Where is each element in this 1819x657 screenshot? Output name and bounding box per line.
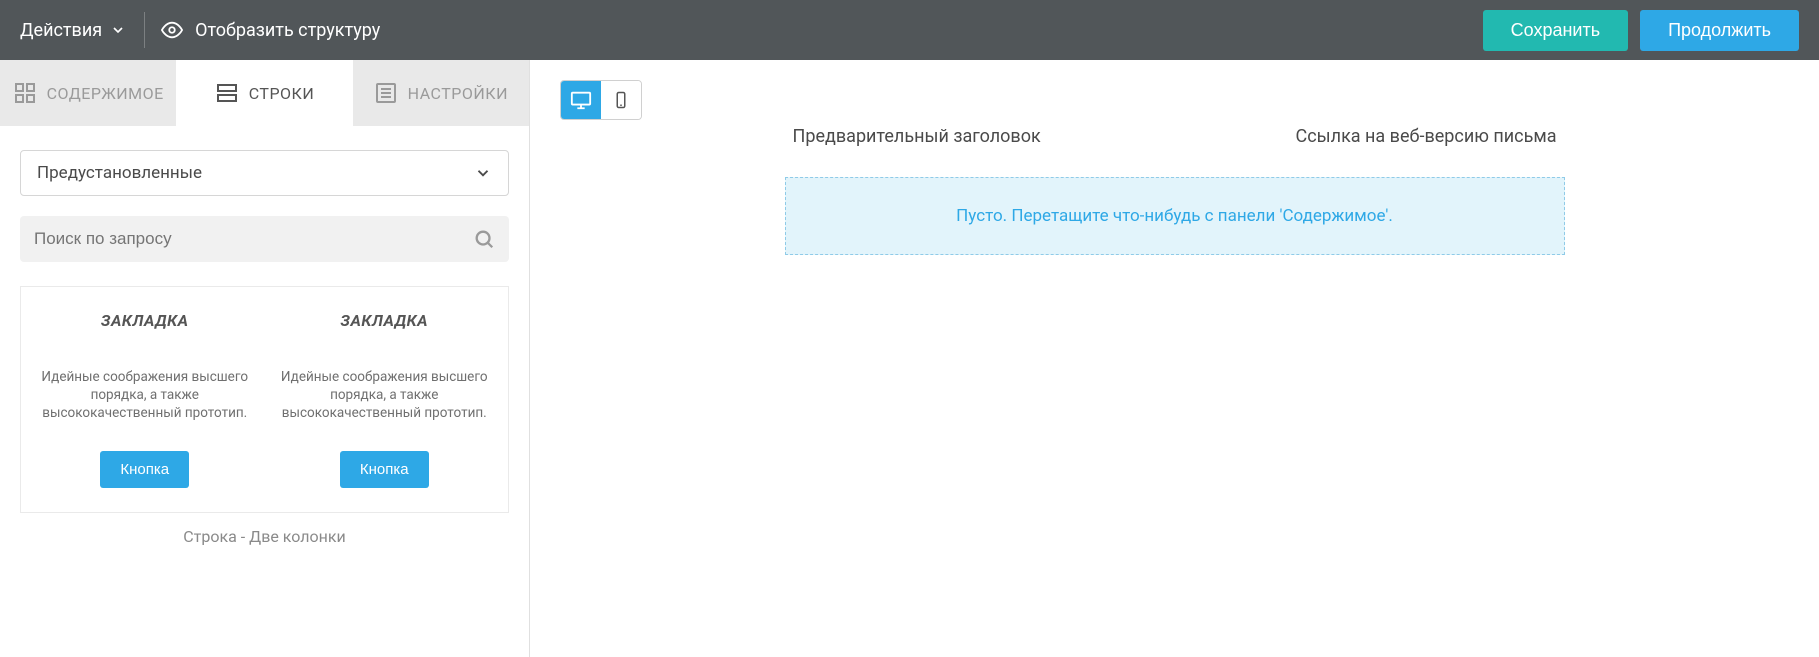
content-dropzone[interactable]: Пусто. Перетащите что-нибудь с панели 'С… [785, 177, 1565, 255]
tab-settings[interactable]: НАСТРОЙКИ [353, 60, 529, 126]
desktop-icon [570, 89, 592, 111]
row-template-label: Строка - Две колонки [20, 527, 509, 546]
sidebar: СОДЕРЖИМОЕ СТРОКИ НАСТРОЙКИ Предустановл… [0, 60, 530, 657]
dropzone-text: Пусто. Перетащите что-нибудь с панели 'С… [956, 206, 1393, 226]
tab-rows-label: СТРОКИ [249, 84, 315, 103]
col-title: ЗАКЛАДКА [39, 311, 251, 330]
preview-headers: Предварительный заголовок Ссылка на веб-… [785, 126, 1565, 147]
actions-label: Действия [20, 20, 102, 41]
sidebar-body: Предустановленные ЗАКЛАДКА Идейные сообр… [0, 126, 529, 657]
grid-icon [13, 81, 37, 105]
tab-content[interactable]: СОДЕРЖИМОЕ [0, 60, 176, 126]
preset-label: Предустановленные [37, 163, 202, 183]
rows-icon [215, 81, 239, 105]
col-body: Идейные соображения высшего порядка, а т… [39, 368, 251, 423]
col-title: ЗАКЛАДКА [279, 311, 491, 330]
continue-button[interactable]: Продолжить [1640, 10, 1799, 51]
topbar: Действия Отобразить структуру Сохранить … [0, 0, 1819, 60]
search-icon [473, 228, 495, 250]
topbar-left: Действия Отобразить структуру [20, 12, 380, 48]
chevron-down-icon [110, 22, 126, 38]
actions-dropdown[interactable]: Действия [20, 12, 145, 48]
tab-settings-label: НАСТРОЙКИ [408, 84, 508, 103]
search-input[interactable] [34, 229, 473, 249]
show-structure-button[interactable]: Отобразить структуру [161, 19, 380, 41]
main: СОДЕРЖИМОЕ СТРОКИ НАСТРОЙКИ Предустановл… [0, 60, 1819, 657]
preheader-text: Предварительный заголовок [793, 126, 1041, 147]
device-toggle [560, 80, 642, 120]
webversion-link[interactable]: Ссылка на веб-версию письма [1296, 126, 1557, 147]
tab-content-label: СОДЕРЖИМОЕ [47, 84, 164, 103]
search-wrap [20, 216, 509, 262]
mobile-icon [612, 91, 630, 109]
preset-dropdown[interactable]: Предустановленные [20, 150, 509, 196]
row-template-card[interactable]: ЗАКЛАДКА Идейные соображения высшего пор… [20, 286, 509, 513]
row-template-cols: ЗАКЛАДКА Идейные соображения высшего пор… [29, 305, 500, 502]
canvas: Предварительный заголовок Ссылка на веб-… [530, 60, 1819, 657]
show-structure-label: Отобразить структуру [195, 20, 380, 41]
sidebar-tabs: СОДЕРЖИМОЕ СТРОКИ НАСТРОЙКИ [0, 60, 529, 126]
mobile-view-button[interactable] [601, 81, 641, 119]
col-body: Идейные соображения высшего порядка, а т… [279, 368, 491, 423]
topbar-right: Сохранить Продолжить [1483, 10, 1799, 51]
template-col: ЗАКЛАДКА Идейные соображения высшего пор… [29, 305, 261, 502]
chevron-down-icon [474, 164, 492, 182]
template-col: ЗАКЛАДКА Идейные соображения высшего пор… [269, 305, 501, 502]
eye-icon [161, 19, 183, 41]
settings-icon [374, 81, 398, 105]
save-button[interactable]: Сохранить [1483, 10, 1628, 51]
tab-rows[interactable]: СТРОКИ [176, 60, 352, 126]
template-button[interactable]: Кнопка [100, 451, 189, 488]
template-button[interactable]: Кнопка [340, 451, 429, 488]
desktop-view-button[interactable] [561, 81, 601, 119]
